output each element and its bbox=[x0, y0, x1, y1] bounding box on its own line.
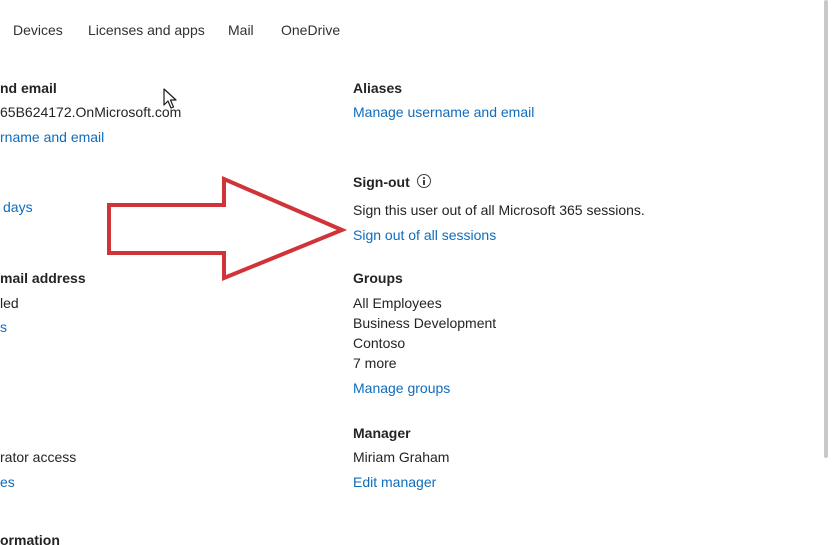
contact-info-heading: ormation bbox=[0, 532, 60, 545]
scrollbar-thumb[interactable] bbox=[824, 0, 828, 458]
manage-roles-link[interactable]: es bbox=[0, 474, 15, 490]
group-more-count: 7 more bbox=[353, 355, 397, 371]
manage-aliases-link[interactable]: Manage username and email bbox=[353, 104, 534, 120]
arrow-right-icon bbox=[107, 175, 348, 281]
aliases-heading: Aliases bbox=[353, 80, 403, 96]
tab-licenses-and-apps[interactable]: Licenses and apps bbox=[88, 22, 205, 38]
mouse-cursor-icon bbox=[163, 88, 177, 109]
manage-groups-link[interactable]: Manage groups bbox=[353, 380, 450, 396]
tab-mail[interactable]: Mail bbox=[228, 22, 254, 38]
signout-description: Sign this user out of all Microsoft 365 … bbox=[353, 202, 645, 218]
contact-email-heading: mail address bbox=[0, 270, 86, 286]
manager-heading: Manager bbox=[353, 425, 411, 441]
signout-heading: Sign-out bbox=[353, 174, 410, 190]
group-item: Business Development bbox=[353, 315, 497, 331]
roles-value: rator access bbox=[0, 449, 77, 465]
manager-value: Miriam Graham bbox=[353, 449, 450, 465]
tab-devices[interactable]: Devices bbox=[13, 22, 63, 38]
username-heading: nd email bbox=[0, 80, 57, 96]
contact-email-link[interactable]: s bbox=[0, 319, 7, 335]
group-item: Contoso bbox=[353, 335, 406, 351]
info-icon[interactable] bbox=[417, 174, 431, 188]
edit-manager-link[interactable]: Edit manager bbox=[353, 474, 436, 490]
manage-username-link[interactable]: rname and email bbox=[0, 129, 104, 145]
groups-heading: Groups bbox=[353, 270, 403, 286]
contact-email-value: led bbox=[0, 295, 19, 311]
group-item: All Employees bbox=[353, 295, 442, 311]
user-details-panel: Devices Licenses and apps Mail OneDrive … bbox=[0, 0, 833, 545]
password-expiry-link[interactable]: days bbox=[3, 199, 33, 215]
vertical-scrollbar[interactable] bbox=[819, 0, 833, 545]
sign-out-all-sessions-link[interactable]: Sign out of all sessions bbox=[353, 227, 496, 243]
tab-onedrive[interactable]: OneDrive bbox=[281, 22, 340, 38]
tab-bar: Devices Licenses and apps Mail OneDrive bbox=[0, 0, 833, 60]
username-value: 65B624172.OnMicrosoft.com bbox=[0, 104, 182, 120]
